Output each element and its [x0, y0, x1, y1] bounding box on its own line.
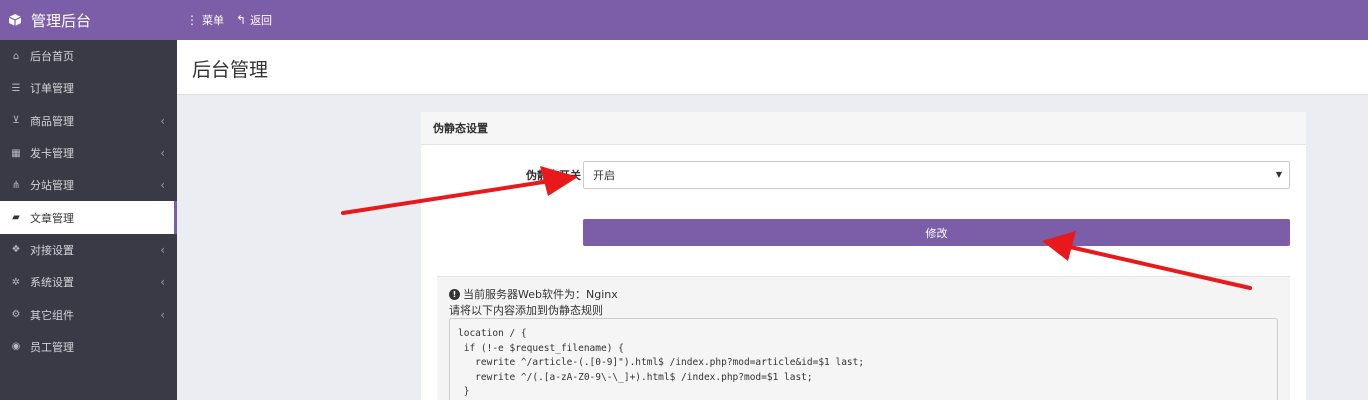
sidebar-item-label: 订单管理 [30, 82, 74, 96]
chevron-left-icon: ‹ [160, 178, 165, 193]
sitemap-icon: ⋔ [11, 179, 21, 191]
gear-icon: ✲ [11, 276, 21, 288]
app-title: 管理后台 [31, 11, 92, 30]
panel-heading: 伪静态设置 [421, 112, 1306, 145]
page-title: 后台管理 [192, 59, 269, 81]
rewrite-settings-panel: 伪静态设置 伪静态开关 开启 ▼ 修改 ! 当前服务器Web软件为：Nginx … [421, 112, 1306, 400]
sidebar-item-7[interactable]: ✲ 系统设置 ‹ [0, 266, 177, 298]
info-box: ! 当前服务器Web软件为：Nginx 请将以下内容添加到伪静态规则 locat… [437, 276, 1290, 400]
sidebar-item-5[interactable]: ▰ 文章管理 [0, 201, 177, 234]
sidebar-item-4[interactable]: ⋔ 分站管理 ‹ [0, 169, 177, 201]
chevron-left-icon: ‹ [160, 113, 165, 128]
sidebar-item-label: 员工管理 [30, 340, 74, 354]
caret-down-icon: ▼ [1275, 170, 1282, 179]
sidebar-item-label: 后台首页 [30, 50, 74, 64]
cart-icon: ⊻ [12, 115, 20, 127]
rewrite-switch-label: 伪静态开关 [526, 169, 581, 182]
server-info: ! 当前服务器Web软件为：Nginx [449, 286, 618, 302]
user-icon: ◉ [11, 341, 21, 353]
sidebar-item-label: 分站管理 [30, 179, 74, 193]
chevron-left-icon: ‹ [160, 275, 165, 290]
sidebar-item-0[interactable]: ⌂ 后台首页 [0, 40, 177, 72]
chevron-left-icon: ‹ [160, 146, 165, 161]
sidebar: ⌂ 后台首页 ☰ 订单管理 ⊻ 商品管理 ‹ ▦ 发卡管理 ‹ ⋔ 分站管理 ‹ ▰ 文章管理 ❖ 对接设置 ‹ ✲… [0, 40, 177, 400]
list-icon: ☰ [11, 82, 21, 94]
server-info-text: 当前服务器Web软件为：Nginx [463, 288, 618, 301]
top-nav: ⋮ 菜单 ↰ 返回 [186, 0, 284, 40]
sidebar-item-1[interactable]: ☰ 订单管理 [0, 72, 177, 104]
instruction-text: 请将以下内容添加到伪静态规则 [449, 304, 603, 317]
gears-icon: ⚙ [11, 309, 21, 321]
info-circle-icon: ! [449, 288, 460, 300]
sidebar-item-label: 其它组件 [30, 308, 74, 322]
sidebar-item-2[interactable]: ⊻ 商品管理 ‹ [0, 105, 177, 137]
page-header: 后台管理 [177, 40, 1368, 95]
rewrite-rules-code[interactable]: location / { if (!-e $request_filename) … [449, 318, 1278, 400]
chevron-left-icon: ‹ [160, 307, 165, 322]
sidebar-item-label: 系统设置 [30, 276, 74, 290]
cubes-icon: ❖ [11, 244, 21, 256]
sidebar-item-label: 发卡管理 [30, 147, 74, 161]
sidebar-item-6[interactable]: ❖ 对接设置 ‹ [0, 234, 177, 266]
menu-label: 菜单 [202, 14, 224, 27]
sidebar-item-9[interactable]: ◉ 员工管理 [0, 331, 177, 363]
chevron-left-icon: ‹ [160, 242, 165, 257]
rewrite-switch-select[interactable]: 开启 ▼ [583, 161, 1290, 189]
home-icon: ⌂ [12, 50, 20, 62]
cube-icon [8, 14, 22, 26]
book-icon: ▰ [12, 212, 20, 224]
select-value: 开启 [593, 169, 615, 182]
ellipsis-vertical-icon: ⋮ [186, 13, 198, 27]
back-label: 返回 [250, 14, 273, 27]
sidebar-item-8[interactable]: ⚙ 其它组件 ‹ [0, 298, 177, 330]
submit-button[interactable]: 修改 [583, 219, 1290, 246]
back-button[interactable]: ↰ 返回 [236, 12, 272, 28]
reply-icon: ↰ [236, 13, 247, 27]
sidebar-item-label: 文章管理 [30, 211, 74, 225]
sidebar-item-label: 商品管理 [30, 114, 74, 128]
grid-icon: ▦ [11, 147, 21, 159]
sidebar-item-label: 对接设置 [30, 243, 74, 257]
top-bar: 管理后台 ⋮ 菜单 ↰ 返回 [0, 0, 1368, 40]
sidebar-item-3[interactable]: ▦ 发卡管理 ‹ [0, 137, 177, 169]
brand[interactable]: 管理后台 [0, 0, 177, 40]
menu-button[interactable]: ⋮ 菜单 [186, 12, 224, 28]
